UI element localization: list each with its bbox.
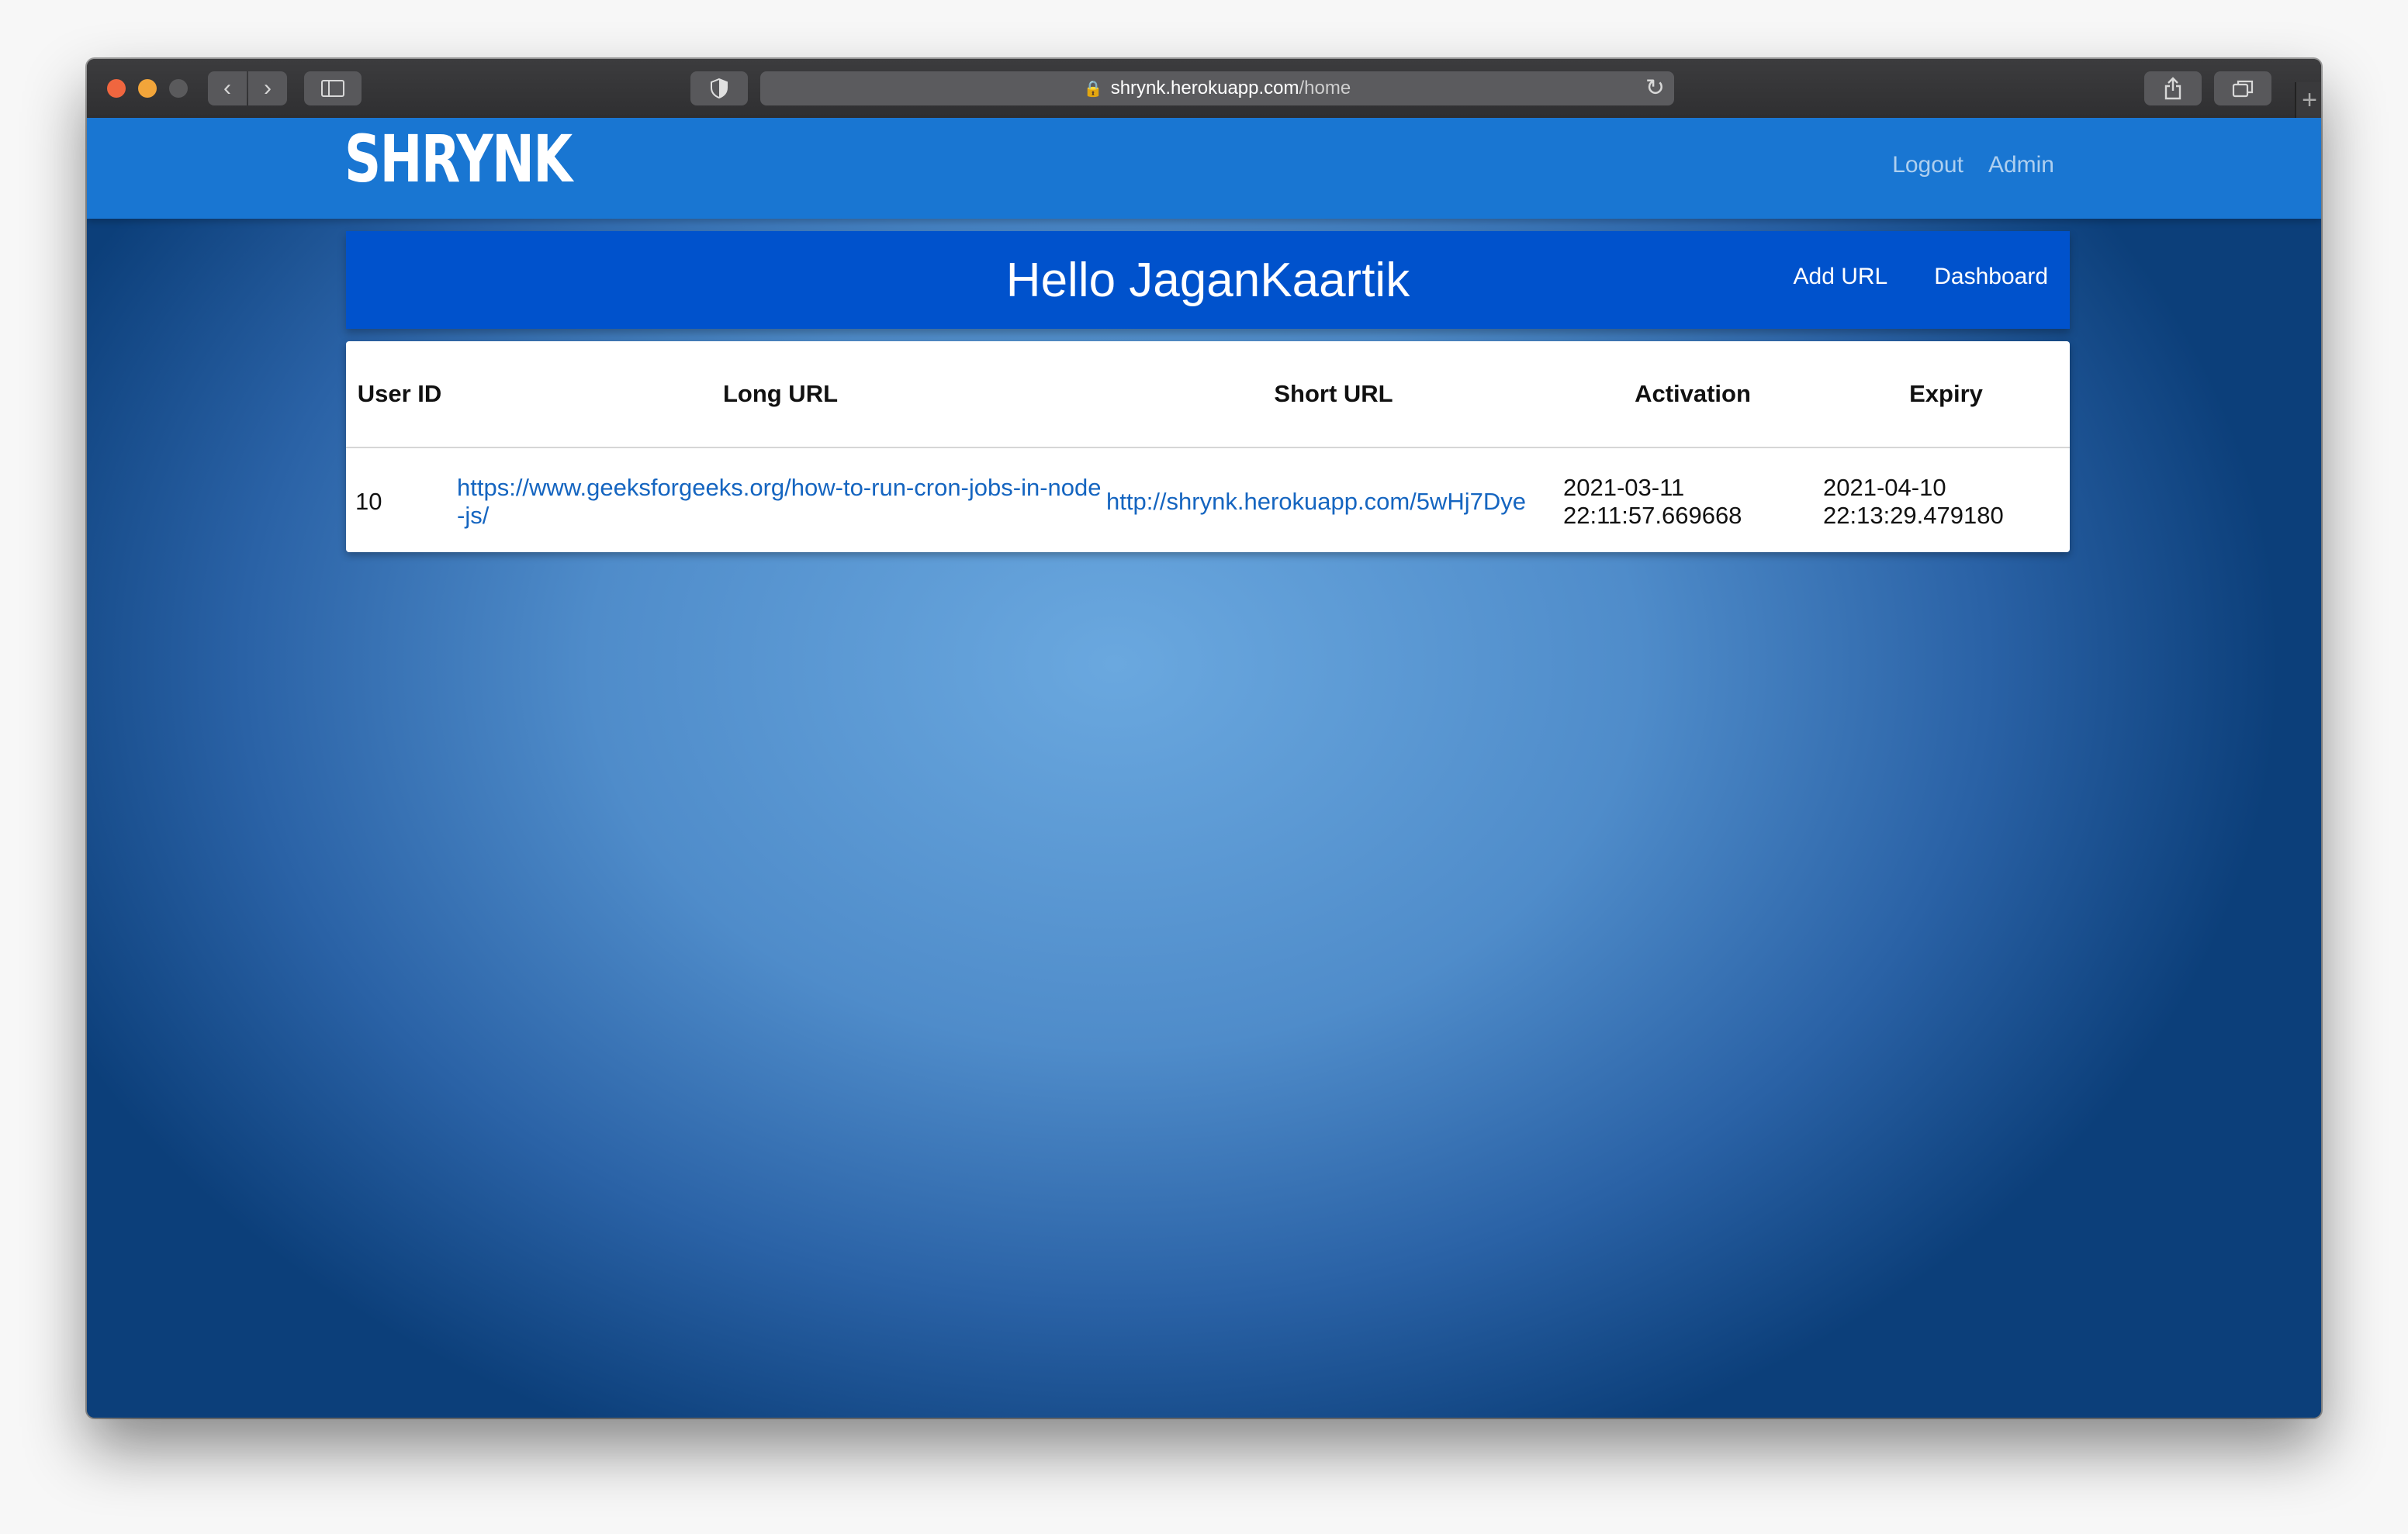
cell-long-url: https://www.geeksforgeeks.org/how-to-run… xyxy=(445,447,1105,555)
tabs-icon xyxy=(2232,80,2254,98)
plus-icon: + xyxy=(2302,85,2317,115)
table-row: 10 https://www.geeksforgeeks.org/how-to-… xyxy=(346,447,2070,555)
short-url-link[interactable]: http://shrynk.herokuapp.com/5wHj7Dye xyxy=(1106,488,1526,515)
long-url-link[interactable]: https://www.geeksforgeeks.org/how-to-run… xyxy=(457,474,1102,529)
sidebar-toggle-button[interactable] xyxy=(304,71,362,105)
header-expiry: Expiry xyxy=(1823,341,2070,448)
chevron-right-icon: › xyxy=(264,75,272,101)
greeting-links: Add URL Dashboard xyxy=(1794,264,2049,290)
tab-overview-button[interactable] xyxy=(2214,71,2271,105)
site-navbar: SHRYNK Logout Admin xyxy=(87,118,2321,219)
expiry-value: 2021-04-10 22:13:29.479180 xyxy=(1823,474,2004,529)
share-button[interactable] xyxy=(2144,71,2202,105)
add-url-link[interactable]: Add URL xyxy=(1794,264,1888,290)
urls-table: User ID Long URL Short URL Activation Ex… xyxy=(346,341,2070,555)
lock-icon: 🔒 xyxy=(1083,80,1103,98)
header-activation: Activation xyxy=(1562,341,1823,448)
close-window-button[interactable] xyxy=(107,79,126,98)
back-button[interactable]: ‹ xyxy=(208,71,247,105)
cell-activation: 2021-03-11 22:11:57.669668 xyxy=(1562,447,1823,555)
browser-toolbar: ‹ › 🔒 shrynk.herokuapp.com/home ↻ + xyxy=(87,59,2321,119)
nav-links: Logout Admin xyxy=(1892,152,2054,178)
forward-button[interactable]: › xyxy=(248,71,287,105)
header-short-url: Short URL xyxy=(1105,341,1562,448)
dashboard-link[interactable]: Dashboard xyxy=(1934,264,2048,290)
header-user-id: User ID xyxy=(346,341,445,448)
privacy-report-button[interactable] xyxy=(690,71,748,105)
table-header-row: User ID Long URL Short URL Activation Ex… xyxy=(346,341,2070,448)
sidebar-icon xyxy=(321,80,344,97)
brand-logo[interactable]: SHRYNK xyxy=(344,121,573,197)
admin-link[interactable]: Admin xyxy=(1988,152,2054,178)
logout-link[interactable]: Logout xyxy=(1892,152,1963,178)
cell-user-id: 10 xyxy=(355,488,382,515)
url-host: shrynk.herokuapp.com xyxy=(1110,78,1299,98)
browser-window: ‹ › 🔒 shrynk.herokuapp.com/home ↻ + SHRY… xyxy=(87,59,2321,1418)
share-icon xyxy=(2164,77,2181,100)
greeting-bar: Hello JaganKaartik Add URL Dashboard xyxy=(346,231,2070,329)
cell-expiry: 2021-04-10 22:13:29.479180 xyxy=(1823,447,2070,555)
urls-table-card: User ID Long URL Short URL Activation Ex… xyxy=(346,341,2070,552)
minimize-window-button[interactable] xyxy=(138,79,157,98)
chevron-left-icon: ‹ xyxy=(223,75,231,101)
cell-short-url: http://shrynk.herokuapp.com/5wHj7Dye xyxy=(1105,447,1562,555)
page-content: SHRYNK Logout Admin Hello JaganKaartik A… xyxy=(87,118,2321,1418)
reload-icon[interactable]: ↻ xyxy=(1645,74,1665,102)
new-tab-button[interactable]: + xyxy=(2295,82,2321,118)
shield-icon xyxy=(711,78,728,98)
url-path: /home xyxy=(1299,78,1351,98)
zoom-window-button[interactable] xyxy=(169,79,188,98)
address-bar[interactable]: 🔒 shrynk.herokuapp.com/home ↻ xyxy=(760,71,1674,105)
header-long-url: Long URL xyxy=(445,341,1105,448)
activation-value: 2021-03-11 22:11:57.669668 xyxy=(1563,474,1742,529)
